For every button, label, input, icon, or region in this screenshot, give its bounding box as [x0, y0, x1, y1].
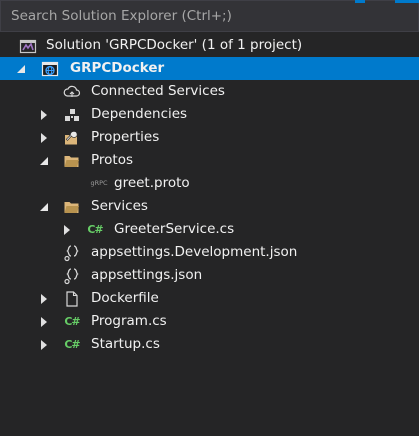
- collapse-arrow-icon[interactable]: [37, 195, 51, 218]
- tree-item-protos[interactable]: Protos: [0, 149, 419, 172]
- json-file-icon: [63, 267, 81, 284]
- tree-item-label: Dockerfile: [91, 290, 159, 306]
- expand-arrow-icon[interactable]: [37, 126, 51, 149]
- tree-item-label: appsettings.json: [91, 267, 203, 283]
- project-label: GRPCDocker: [70, 60, 165, 76]
- csharp-file-icon: C#: [64, 338, 80, 351]
- csharp-file-icon: C#: [64, 315, 80, 328]
- dependencies-icon: [63, 106, 81, 123]
- collapse-arrow-icon[interactable]: [37, 149, 51, 172]
- csharp-file-icon: C#: [87, 223, 103, 236]
- solution-tree[interactable]: Solution 'GRPCDocker' (1 of 1 project) G…: [0, 34, 419, 356]
- tree-item-label: Services: [91, 198, 148, 214]
- solution-label: Solution 'GRPCDocker' (1 of 1 project): [46, 37, 303, 53]
- tree-item-label: GreeterService.cs: [114, 221, 235, 237]
- tree-item-label: appsettings.Development.json: [91, 244, 298, 260]
- tree-item-label: Connected Services: [91, 83, 225, 99]
- folder-open-icon: [63, 152, 81, 169]
- tree-item-appsettings[interactable]: appsettings.json: [0, 264, 419, 287]
- tree-item-properties[interactable]: Properties: [0, 126, 419, 149]
- web-project-icon: [41, 60, 59, 77]
- expand-arrow-icon[interactable]: [37, 287, 51, 310]
- collapse-arrow-icon[interactable]: [14, 57, 28, 80]
- tree-item-appsettings-development[interactable]: appsettings.Development.json: [0, 241, 419, 264]
- tree-item-dockerfile[interactable]: Dockerfile: [0, 287, 419, 310]
- connected-services-icon: [63, 83, 81, 100]
- solution-node[interactable]: Solution 'GRPCDocker' (1 of 1 project): [0, 34, 419, 57]
- search-input[interactable]: [1, 1, 418, 31]
- folder-open-icon: [63, 198, 81, 215]
- tree-item-greeter-service[interactable]: C# GreeterService.cs: [0, 218, 419, 241]
- json-file-icon: [63, 244, 81, 261]
- active-indicator-right: [395, 0, 419, 3]
- expand-arrow-icon[interactable]: [37, 333, 51, 356]
- tree-item-label: greet.proto: [114, 175, 190, 191]
- tree-item-label: Properties: [91, 129, 160, 145]
- expand-arrow-icon[interactable]: [60, 218, 74, 241]
- tree-item-label: Dependencies: [91, 106, 188, 122]
- tree-item-program[interactable]: C# Program.cs: [0, 310, 419, 333]
- tree-item-dependencies[interactable]: Dependencies: [0, 103, 419, 126]
- active-indicator: [355, 0, 365, 3]
- project-node[interactable]: GRPCDocker: [0, 57, 419, 80]
- tree-item-label: Protos: [91, 152, 134, 168]
- tree-item-startup[interactable]: C# Startup.cs: [0, 333, 419, 356]
- search-box[interactable]: [0, 0, 419, 32]
- tree-item-label: Program.cs: [91, 313, 167, 329]
- grpc-file-icon: gRPC: [90, 179, 108, 187]
- solution-icon: [19, 37, 37, 54]
- tree-item-services[interactable]: Services: [0, 195, 419, 218]
- properties-icon: [63, 129, 81, 146]
- tree-item-label: Startup.cs: [91, 336, 160, 352]
- file-icon: [63, 290, 81, 307]
- expand-arrow-icon[interactable]: [37, 103, 51, 126]
- expand-arrow-icon[interactable]: [37, 310, 51, 333]
- tree-item-greet-proto[interactable]: gRPC greet.proto: [0, 172, 419, 195]
- tree-item-connected-services[interactable]: Connected Services: [0, 80, 419, 103]
